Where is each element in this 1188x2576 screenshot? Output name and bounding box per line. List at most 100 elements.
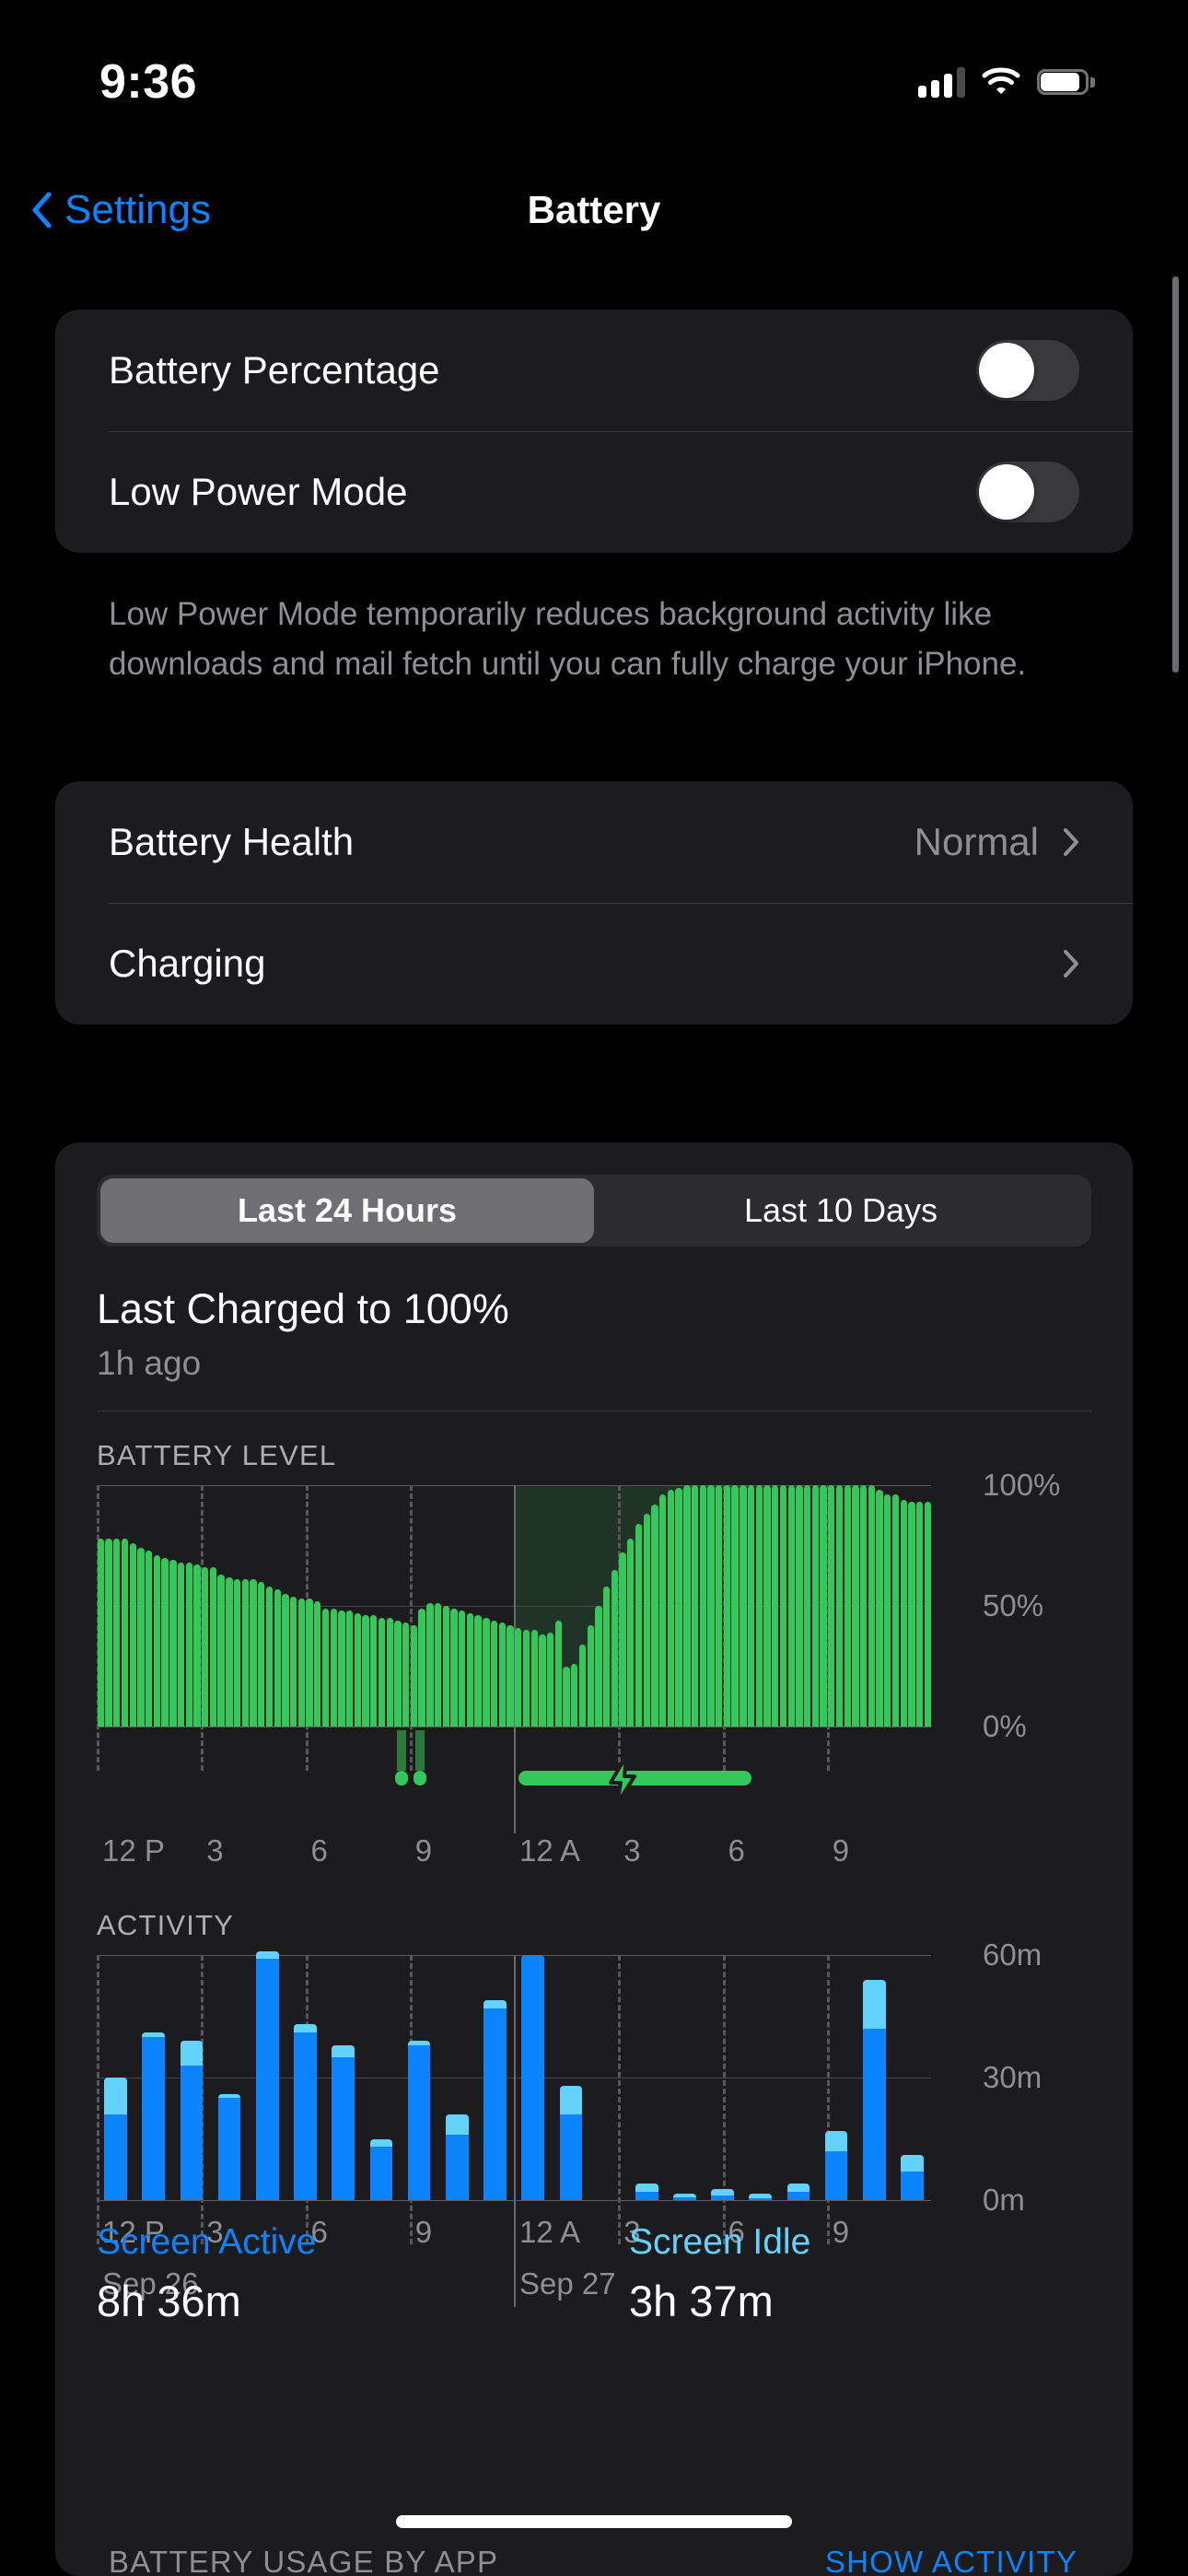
battery-level-bar — [442, 1606, 449, 1727]
screen-idle-segment — [369, 2138, 393, 2148]
segment-last-24-hours[interactable]: Last 24 Hours — [100, 1178, 594, 1243]
battery-health-card: Battery Health Normal Charging — [55, 781, 1133, 1025]
activity-bar — [559, 2085, 583, 2200]
charging-stub — [397, 1730, 407, 1771]
battery-level-bar — [362, 1615, 369, 1727]
battery-level-bar — [354, 1612, 362, 1727]
battery-level-bar — [723, 1485, 731, 1727]
battery-level-bar — [282, 1593, 289, 1727]
activity-bar-slot — [438, 2113, 475, 2200]
screen-active-summary[interactable]: Screen Active 8h 36m — [97, 2222, 520, 2326]
screen-idle-segment — [635, 2184, 658, 2193]
chevron-right-icon — [1064, 950, 1078, 978]
y-axis-tick-label: 50% — [983, 1588, 1044, 1622]
home-indicator[interactable] — [396, 2515, 792, 2528]
battery-level-bar — [627, 1538, 635, 1727]
battery-level-bar — [602, 1587, 611, 1727]
battery-level-bar — [161, 1557, 169, 1727]
row-battery-percentage[interactable]: Battery Percentage — [55, 310, 1133, 431]
screen-idle-segment — [901, 2155, 924, 2172]
low-power-mode-toggle[interactable] — [976, 462, 1079, 522]
x-axis-tick-label: 12 P — [102, 1833, 165, 1868]
battery-level-bar — [434, 1603, 442, 1727]
battery-level-bar — [146, 1550, 153, 1727]
activity-bar-slot — [173, 2041, 210, 2200]
activity-bar — [407, 2041, 431, 2200]
battery-level-bar — [852, 1485, 859, 1727]
charging-label: Charging — [109, 942, 266, 985]
battery-level-bar — [386, 1618, 393, 1727]
battery-level-bar — [924, 1502, 932, 1727]
activity-bar-slot — [553, 2085, 589, 2200]
screen-active-segment — [142, 2036, 166, 2200]
battery-level-bar — [498, 1622, 506, 1727]
battery-level-bar — [418, 1608, 425, 1727]
battery-level-bar — [274, 1588, 281, 1727]
screen-active-label: Screen Active — [97, 2222, 317, 2262]
charging-stub — [415, 1730, 425, 1771]
activity-bar — [332, 2044, 355, 2200]
battery-level-bar — [611, 1569, 619, 1727]
x-axis-tick-label: 9 — [414, 1833, 433, 1868]
battery-level-bar — [209, 1567, 217, 1727]
status-bar-time: 9:36 — [99, 55, 198, 109]
battery-level-bar — [321, 1608, 330, 1727]
x-axis-tick-label: 6 — [728, 1833, 745, 1868]
segment-last-10-days[interactable]: Last 10 Days — [594, 1178, 1088, 1243]
battery-level-bar — [105, 1538, 112, 1727]
battery-level-bar — [378, 1618, 386, 1727]
screen-active-segment — [824, 2150, 848, 2200]
activity-bar — [673, 2193, 696, 2200]
activity-bar — [256, 1950, 279, 2200]
activity-bar — [521, 1955, 544, 2200]
battery-level-bar — [507, 1624, 514, 1727]
screen-active-segment — [483, 2008, 507, 2200]
battery-level-bar — [820, 1485, 827, 1727]
battery-level-bar — [571, 1663, 578, 1727]
battery-usage-by-app-header: BATTERY USAGE BY APP SHOW ACTIVITY — [109, 2545, 1186, 2576]
screen-active-segment — [673, 2197, 696, 2200]
activity-bar-slot — [249, 1950, 285, 2200]
row-charging[interactable]: Charging — [55, 903, 1133, 1025]
battery-level-header: BATTERY LEVEL — [97, 1439, 337, 1471]
battery-level-bar — [345, 1610, 354, 1727]
screen-idle-summary[interactable]: Screen Idle 3h 37m — [629, 2222, 1053, 2326]
battery-level-bar — [515, 1627, 522, 1727]
activity-bar — [635, 2184, 658, 2200]
battery-level-x-axis: 12 P 3 6 9 12 A 3 6 9 — [97, 1828, 931, 1885]
battery-usage-by-app-label: BATTERY USAGE BY APP — [109, 2545, 499, 2576]
activity-bar — [786, 2184, 810, 2200]
battery-level-bar — [450, 1608, 458, 1727]
battery-level-bar — [233, 1579, 241, 1727]
activity-bar — [369, 2138, 393, 2200]
screen-idle-value: 3h 37m — [629, 2277, 774, 2325]
battery-level-bar — [546, 1632, 554, 1727]
screen-idle-segment — [332, 2044, 355, 2057]
screen-active-segment — [407, 2044, 431, 2200]
activity-header: ACTIVITY — [97, 1909, 235, 1941]
activity-bar-slot — [667, 2193, 704, 2200]
scrollbar[interactable] — [1172, 276, 1179, 673]
battery-level-bar — [97, 1538, 105, 1727]
x-axis-tick-label: 3 — [206, 1833, 224, 1868]
battery-level-bar — [241, 1579, 249, 1727]
battery-level-bar — [217, 1574, 225, 1727]
battery-level-chart[interactable]: 100% 50% 0% 12 P 3 6 9 12 A 3 6 9 — [97, 1468, 1101, 1885]
battery-level-bar — [169, 1560, 177, 1727]
activity-bar-slot — [818, 2130, 855, 2200]
battery-level-bar — [258, 1581, 265, 1727]
battery-level-bar — [490, 1620, 498, 1727]
y-axis-tick-label: 0m — [983, 2183, 1025, 2217]
battery-percentage-toggle[interactable] — [976, 340, 1079, 401]
row-low-power-mode[interactable]: Low Power Mode — [55, 431, 1133, 553]
battery-level-bar — [563, 1666, 570, 1727]
screen-idle-segment — [786, 2184, 810, 2193]
row-battery-health[interactable]: Battery Health Normal — [55, 781, 1133, 903]
battery-level-bar — [289, 1596, 297, 1727]
screen-active-segment — [294, 2032, 317, 2200]
activity-bar-slot — [98, 2078, 134, 2200]
show-activity-button[interactable]: SHOW ACTIVITY — [825, 2545, 1077, 2576]
battery-level-bar — [226, 1576, 233, 1727]
battery-level-bar — [876, 1490, 883, 1727]
time-range-segmented-control[interactable]: Last 24 Hours Last 10 Days — [97, 1175, 1091, 1247]
